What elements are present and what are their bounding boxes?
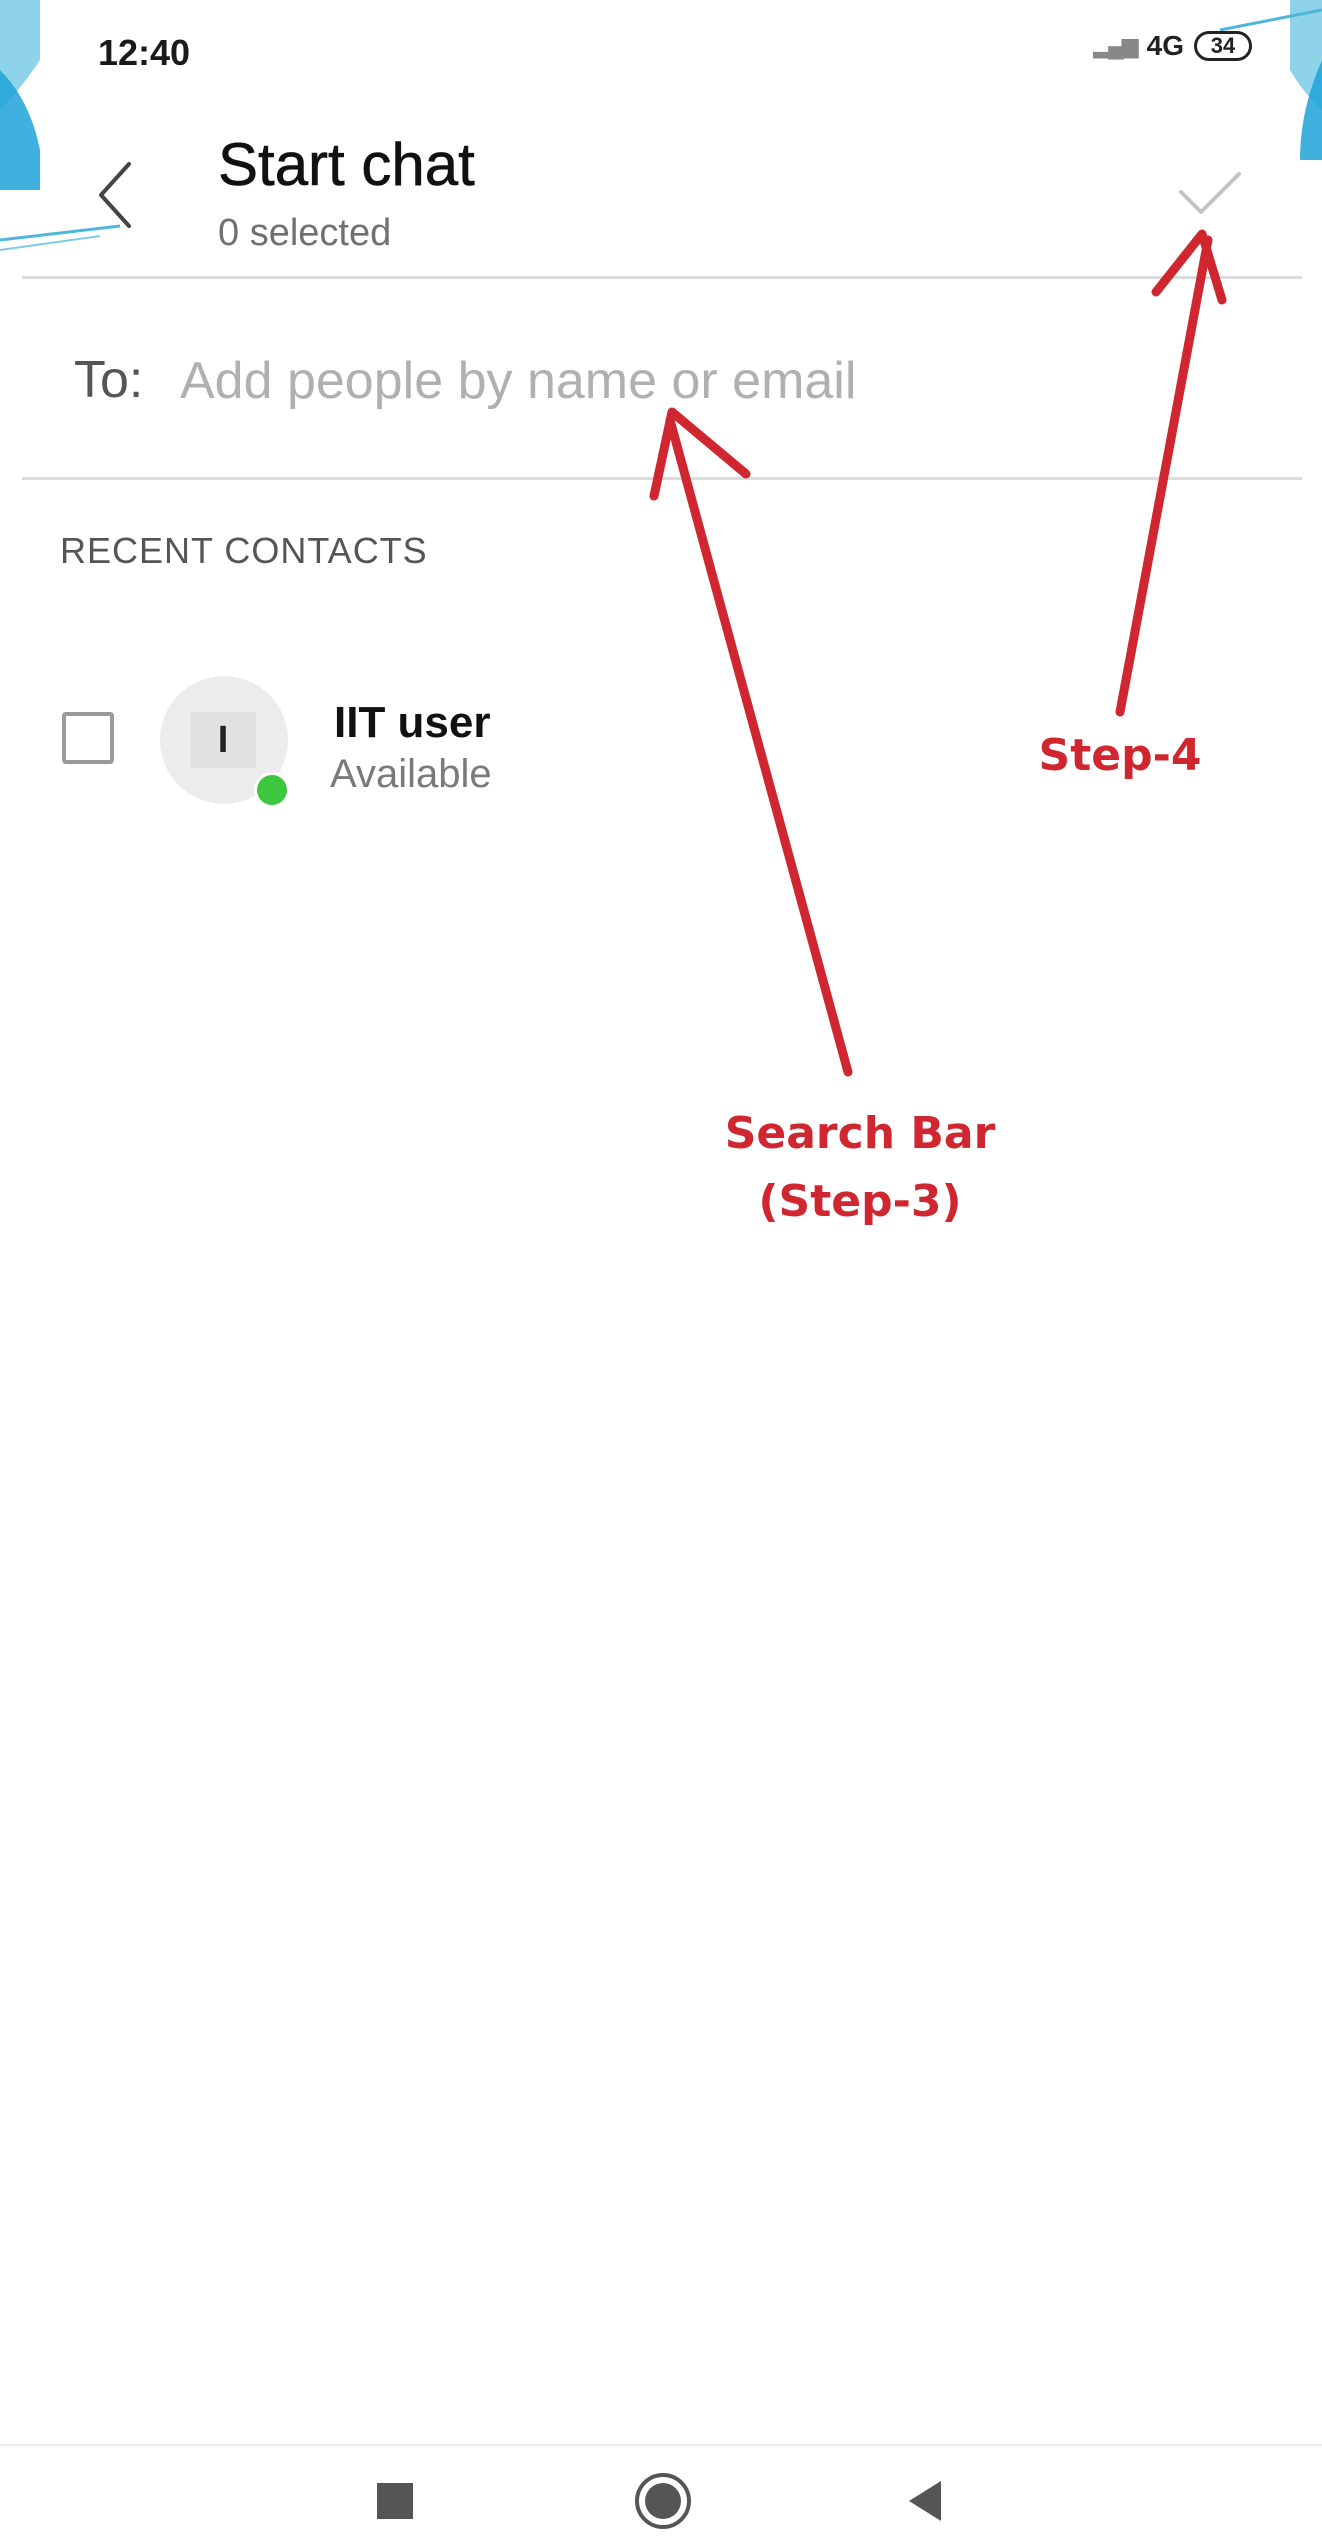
- square-icon: [377, 2483, 413, 2519]
- header-divider: [22, 276, 1302, 279]
- check-icon: [1179, 172, 1241, 214]
- presence-available-icon: [254, 772, 290, 808]
- triangle-back-icon: [909, 2481, 941, 2521]
- signal-icon: ▂▄▆: [1093, 33, 1138, 58]
- recent-contacts-heading: RECENT CONTACTS: [60, 530, 428, 571]
- recent-apps-button[interactable]: [360, 2466, 430, 2536]
- system-back-button[interactable]: [890, 2466, 960, 2536]
- recipient-row: To:: [0, 330, 1322, 440]
- back-button[interactable]: [80, 150, 150, 240]
- avatar: I: [160, 676, 290, 808]
- chevron-left-icon: [99, 162, 131, 228]
- contact-checkbox[interactable]: [62, 712, 114, 764]
- app-screen: 12:40 ▂▄▆ 4G 34 Start chat 0 selected To…: [0, 0, 1322, 2542]
- search-bar-annotation-line1: Search Bar: [724, 1108, 996, 1159]
- battery-level: 34: [1210, 33, 1236, 58]
- network-type: 4G: [1146, 30, 1184, 61]
- search-bar-annotation: Search Bar (Step-3): [700, 1100, 1020, 1236]
- avatar-initial: I: [190, 712, 256, 768]
- step4-annotation: Step-4: [1038, 730, 1202, 781]
- header: Start chat 0 selected: [0, 120, 1322, 280]
- system-nav-bar: [0, 2444, 1322, 2542]
- to-label: To:: [74, 351, 144, 409]
- recipient-search-input[interactable]: [180, 346, 1180, 416]
- page-title: Start chat: [218, 131, 475, 199]
- circle-icon: [635, 2473, 691, 2529]
- status-time: 12:40: [98, 32, 191, 73]
- status-indicators: ▂▄▆ 4G 34: [1093, 30, 1252, 62]
- battery-icon: 34: [1194, 31, 1252, 61]
- home-button[interactable]: [628, 2466, 698, 2536]
- confirm-button[interactable]: [1170, 158, 1250, 228]
- search-bar-annotation-line2: (Step-3): [758, 1176, 962, 1227]
- step4-arrow: [1115, 235, 1213, 717]
- selected-count: 0 selected: [218, 212, 392, 254]
- contact-status: Available: [330, 752, 492, 796]
- contact-name: IIT user: [334, 698, 491, 747]
- search-divider: [22, 477, 1302, 480]
